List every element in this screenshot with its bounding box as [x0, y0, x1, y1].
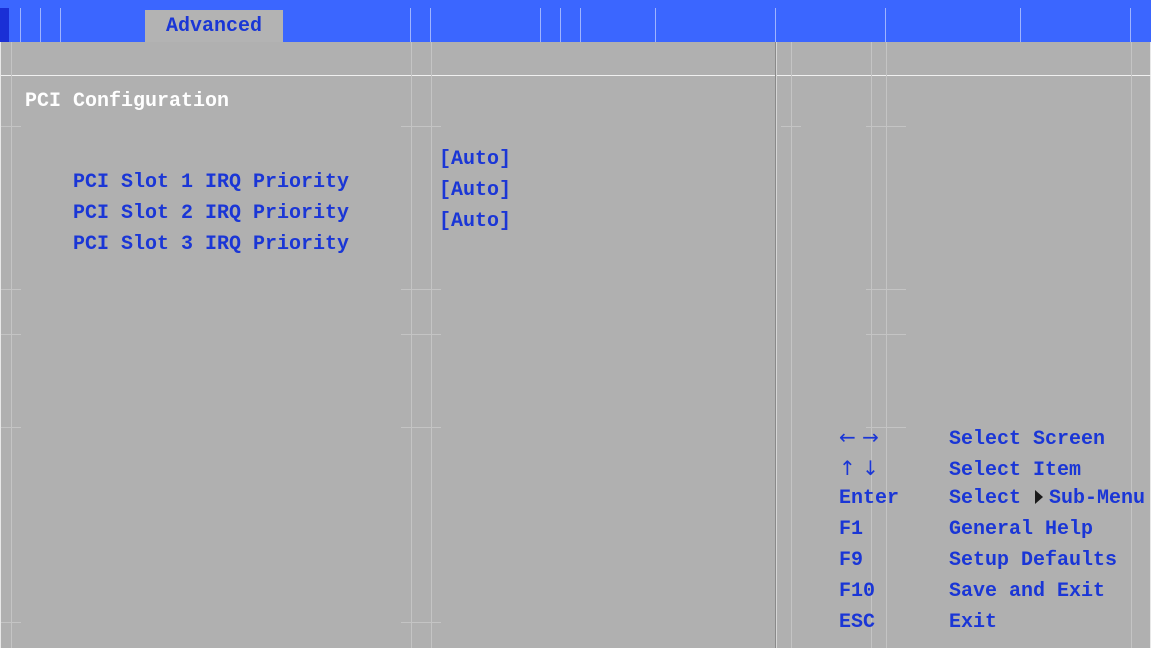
tab-bar-divider [775, 8, 776, 42]
grid-line [1131, 42, 1132, 648]
grid-line [1, 427, 21, 428]
tab-bar-divider [20, 8, 21, 42]
main-panel: PCI Configuration PCI Slot 1 IRQ Priorit… [0, 42, 1151, 648]
tab-bar-divider [60, 8, 61, 42]
grid-line [1, 289, 21, 290]
tab-bar-divider [1130, 8, 1131, 42]
grid-line [1, 126, 21, 127]
setting-row-slot-3[interactable]: PCI Slot 3 IRQ Priority [Auto] [25, 210, 511, 302]
grid-line [11, 42, 12, 648]
grid-line [866, 334, 906, 335]
tab-bar-divider [655, 8, 656, 42]
tab-bar-divider [1020, 8, 1021, 42]
tab-bar-divider [40, 8, 41, 42]
grid-line [781, 126, 801, 127]
tab-bar-divider [560, 8, 561, 42]
tab-bar-divider [885, 8, 886, 42]
setting-value[interactable]: [Auto] [439, 148, 511, 171]
grid-line [401, 334, 441, 335]
setting-label: PCI Slot 3 IRQ Priority [73, 233, 350, 256]
tab-advanced[interactable]: Advanced [145, 10, 283, 44]
grid-line [401, 289, 441, 290]
help-desc: Exit [949, 611, 998, 634]
grid-line [1, 622, 21, 623]
grid-line [1, 334, 21, 335]
help-row-exit: ESC Exit [791, 588, 997, 657]
top-divider [1, 75, 1151, 76]
tab-bar-divider [430, 8, 431, 42]
grid-line [401, 622, 441, 623]
grid-line [401, 126, 441, 127]
grid-line [866, 289, 906, 290]
grid-line [431, 42, 432, 648]
help-divider [775, 42, 777, 648]
setting-value[interactable]: [Auto] [439, 210, 511, 233]
tab-bar: Advanced [0, 0, 1151, 44]
tab-bar-divider [540, 8, 541, 42]
grid-line [401, 427, 441, 428]
help-key: ESC [839, 611, 876, 634]
tab-bar-divider [410, 8, 411, 42]
setting-value[interactable]: [Auto] [439, 179, 511, 202]
tab-bar-divider [580, 8, 581, 42]
section-title: PCI Configuration [25, 90, 230, 113]
grid-line [866, 126, 906, 127]
tab-bar-edge [0, 8, 9, 42]
grid-line [411, 42, 412, 648]
